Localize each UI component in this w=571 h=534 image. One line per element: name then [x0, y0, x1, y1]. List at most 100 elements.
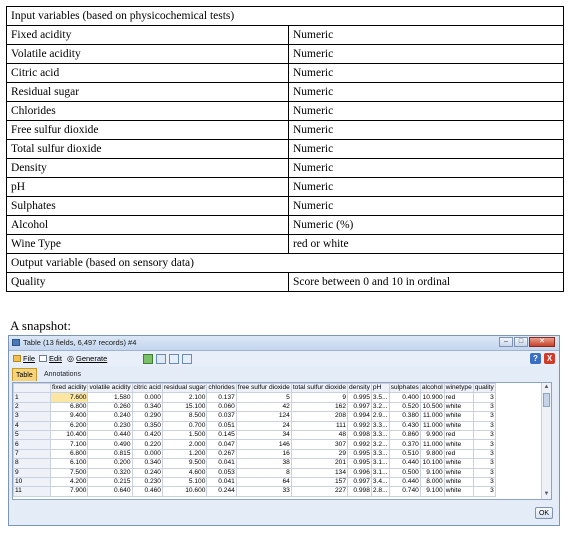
table-cell[interactable]: 0.041	[206, 476, 237, 488]
table-cell[interactable]: 6.100	[49, 458, 89, 469]
table-cell[interactable]: 0.815	[87, 448, 133, 460]
column-header[interactable]: total sulfur dioxide	[290, 383, 349, 394]
table-cell[interactable]: 3	[472, 486, 496, 497]
table-cell[interactable]: white	[443, 476, 474, 488]
table-cell[interactable]: 0.340	[131, 401, 163, 413]
row-number[interactable]: 11	[13, 486, 51, 497]
table-cell[interactable]: 2.100	[161, 392, 208, 403]
table-cell[interactable]: 0.997	[347, 476, 372, 488]
table-cell[interactable]: 9	[290, 392, 349, 403]
table-cell[interactable]: 0.992	[347, 439, 372, 450]
table-cell[interactable]: 0.992	[347, 420, 372, 431]
table-cell[interactable]: 4.600	[161, 467, 208, 478]
table-cell[interactable]: 3.5...	[370, 392, 390, 403]
table-cell[interactable]: 227	[290, 486, 349, 497]
tab-table[interactable]: Table	[12, 368, 37, 381]
table-cell[interactable]: 3	[472, 439, 496, 450]
ok-button[interactable]: OK	[535, 507, 553, 519]
column-header[interactable]: volatile acidity	[87, 383, 133, 394]
table-cell[interactable]: 10.900	[419, 392, 445, 403]
column-header[interactable]: pH	[370, 383, 390, 394]
table-cell[interactable]: 1.580	[87, 392, 133, 403]
table-cell[interactable]: 34	[235, 429, 292, 441]
table-cell[interactable]: 0.440	[87, 429, 133, 441]
table-cell[interactable]: 111	[290, 420, 349, 431]
menu-generate[interactable]: ◎ Generate	[67, 351, 107, 366]
table-cell[interactable]: 201	[290, 458, 349, 469]
table-cell[interactable]: 3	[472, 476, 496, 488]
table-cell[interactable]: 0.996	[347, 467, 372, 478]
table-cell[interactable]: 0.860	[388, 429, 421, 441]
table-cell[interactable]: 134	[290, 467, 349, 478]
table-cell[interactable]: 3	[472, 467, 496, 478]
table-cell[interactable]: 3	[472, 401, 496, 413]
table-cell[interactable]: 10.100	[419, 458, 445, 469]
table-cell[interactable]: 7.600	[49, 392, 89, 403]
table-cell[interactable]: 11.000	[419, 420, 445, 431]
table-cell[interactable]: 11.000	[419, 439, 445, 450]
table-cell[interactable]: 4.200	[49, 476, 89, 488]
table-cell[interactable]: 0.260	[87, 401, 133, 413]
table-cell[interactable]: 0.700	[161, 420, 208, 431]
table-cell[interactable]: 0.994	[347, 411, 372, 422]
table-cell[interactable]: 0.997	[347, 401, 372, 413]
table-cell[interactable]: 0.490	[87, 439, 133, 450]
table-cell[interactable]: 2.8...	[370, 486, 390, 497]
table-cell[interactable]: 3.1...	[370, 467, 390, 478]
row-number[interactable]: 5	[13, 429, 51, 441]
row-number[interactable]: 6	[13, 439, 51, 450]
table-cell[interactable]: 7.100	[49, 439, 89, 450]
table-cell[interactable]: white	[443, 458, 474, 469]
table-cell[interactable]: 0.051	[206, 420, 237, 431]
table-cell[interactable]: 24	[235, 420, 292, 431]
vertical-scrollbar[interactable]: ▲ ▼	[541, 383, 551, 499]
menu-file[interactable]: File	[13, 351, 35, 366]
table-cell[interactable]: red	[443, 448, 474, 460]
table-cell[interactable]: 0.320	[87, 467, 133, 478]
menu-edit[interactable]: Edit	[39, 351, 62, 366]
table-cell[interactable]: 0.995	[347, 448, 372, 460]
table-cell[interactable]: 307	[290, 439, 349, 450]
table-cell[interactable]: 9.100	[419, 486, 445, 497]
maximize-button[interactable]: □	[514, 337, 528, 347]
table-cell[interactable]: 0.998	[347, 429, 372, 441]
table-cell[interactable]: 2.000	[161, 439, 208, 450]
table-cell[interactable]: 5	[235, 392, 292, 403]
row-number[interactable]: 2	[13, 401, 51, 413]
table-cell[interactable]: white	[443, 439, 474, 450]
table-cell[interactable]: 162	[290, 401, 349, 413]
table-cell[interactable]: 9.800	[419, 448, 445, 460]
table-cell[interactable]: 15.100	[161, 401, 208, 413]
table-cell[interactable]: 0.380	[388, 411, 421, 422]
help-button[interactable]: ?	[530, 353, 541, 364]
column-header[interactable]: alcohol	[419, 383, 445, 394]
table-cell[interactable]: 0.240	[131, 467, 163, 478]
column-header[interactable]: quality	[472, 383, 496, 394]
table-cell[interactable]: 3.3...	[370, 420, 390, 431]
table-cell[interactable]: 0.244	[206, 486, 237, 497]
table-cell[interactable]: 208	[290, 411, 349, 422]
table-cell[interactable]: 1.500	[161, 429, 208, 441]
table-cell[interactable]: 2.9...	[370, 411, 390, 422]
row-number[interactable]: 7	[13, 448, 51, 460]
table-cell[interactable]: 3	[472, 392, 496, 403]
table-cell[interactable]: 6.800	[49, 401, 89, 413]
scroll-thumb[interactable]	[543, 393, 550, 407]
table-cell[interactable]: 10.400	[49, 429, 89, 441]
table-cell[interactable]: 0.137	[206, 392, 237, 403]
table-cell[interactable]: 0.400	[388, 392, 421, 403]
find-icon[interactable]	[182, 354, 192, 364]
table-cell[interactable]: 48	[290, 429, 349, 441]
table-cell[interactable]: 10.500	[419, 401, 445, 413]
table-cell[interactable]: white	[443, 486, 474, 497]
table-cell[interactable]: 0.290	[131, 411, 163, 422]
table-cell[interactable]: 29	[290, 448, 349, 460]
column-header[interactable]: density	[347, 383, 372, 394]
table-cell[interactable]: 157	[290, 476, 349, 488]
column-header[interactable]: citric acid	[131, 383, 163, 394]
table-cell[interactable]: 0.440	[388, 458, 421, 469]
table-cell[interactable]: 3.1...	[370, 458, 390, 469]
table-cell[interactable]: 3.2...	[370, 439, 390, 450]
column-header[interactable]: sulphates	[388, 383, 421, 394]
table-cell[interactable]: 0.230	[131, 476, 163, 488]
